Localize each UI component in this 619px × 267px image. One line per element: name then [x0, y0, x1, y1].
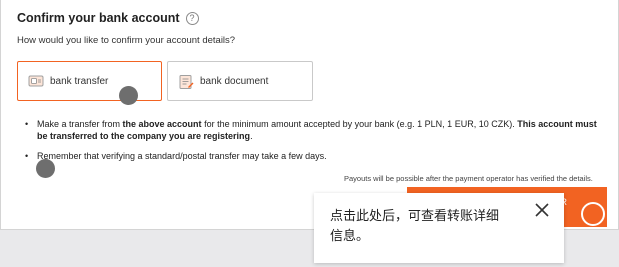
tooltip-popup: 点击此处后，可查看转账详细信息。 — [314, 193, 564, 263]
close-icon[interactable] — [533, 201, 551, 219]
option-label: bank document — [200, 75, 269, 87]
option-label: bank transfer — [50, 75, 109, 87]
list-item: • Remember that verifying a standard/pos… — [25, 151, 327, 161]
payouts-note: Payouts will be possible after the payme… — [344, 174, 593, 183]
instruction-verification-time: Remember that verifying a standard/posta… — [37, 151, 327, 161]
instructions-list: • Make a transfer from the above account… — [25, 118, 605, 170]
help-icon[interactable]: ? — [185, 11, 199, 25]
document-icon — [178, 74, 194, 89]
list-item: • Make a transfer from the above account… — [25, 118, 605, 142]
instruction-transfer: Make a transfer from the above account f… — [37, 119, 597, 141]
option-bank-document[interactable]: bank document — [167, 61, 313, 101]
tap-target-indicator[interactable] — [581, 202, 605, 226]
section-title: Confirm your bank account — [17, 11, 180, 25]
question-text: How would you like to confirm your accou… — [17, 35, 236, 46]
bank-transfer-icon — [28, 74, 44, 88]
section-header: Confirm your bank account ? — [17, 11, 199, 25]
option-bank-transfer[interactable]: bank transfer — [17, 61, 162, 101]
touch-indicator — [119, 86, 138, 105]
touch-indicator — [36, 159, 55, 178]
tooltip-text: 点击此处后，可查看转账详细信息。 — [330, 209, 500, 244]
